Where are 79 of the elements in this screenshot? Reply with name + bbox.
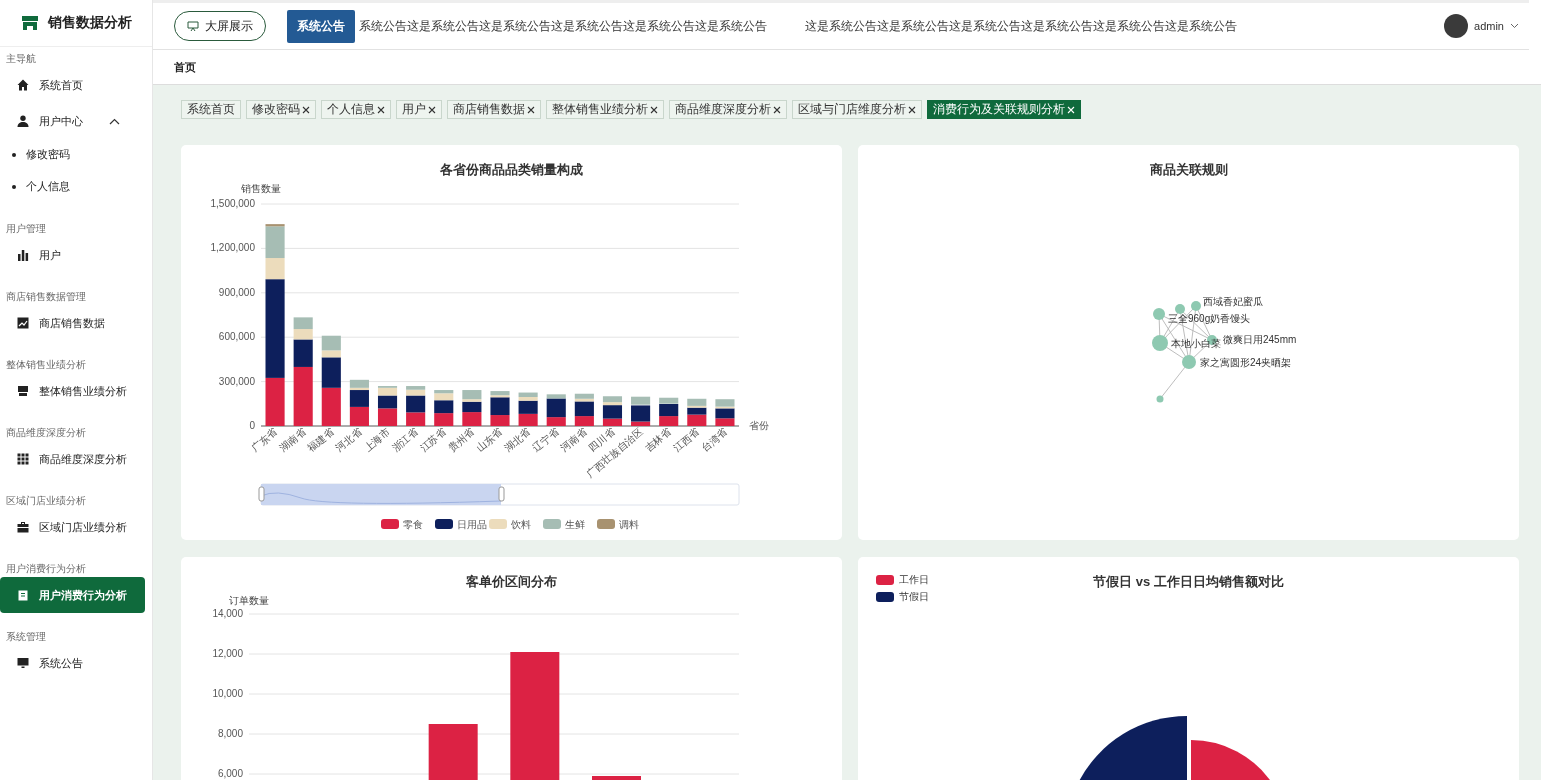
category-label: 福建省 <box>305 426 336 454</box>
nav-subitem[interactable]: 个人信息 <box>0 171 152 203</box>
tab[interactable]: 系统首页 <box>181 100 241 119</box>
category-label: 河北省 <box>333 426 364 454</box>
notice-label: 系统公告 <box>287 9 355 43</box>
chart-title: 商品关联规则 <box>1149 161 1228 179</box>
node-label: 微爽日用245mm <box>1223 334 1297 345</box>
axis-tick-label: 0 <box>249 420 255 431</box>
nav-section-label: 用户消费行为分析 <box>5 562 87 576</box>
tab[interactable]: 修改密码 <box>246 100 316 119</box>
category-label: 贵州省 <box>446 426 477 454</box>
axis-tick-label: 1,200,000 <box>210 242 255 254</box>
tab[interactable]: 区域与门店维度分析 <box>792 100 922 119</box>
category-label: 江西省 <box>671 426 702 454</box>
user-menu[interactable]: admin <box>1444 14 1519 38</box>
axis-title: 销售数量 <box>241 183 281 194</box>
tab[interactable]: 商品维度深度分析 <box>669 100 787 119</box>
nav-item[interactable]: 用户中心 <box>0 103 145 139</box>
category-label: 吉林省 <box>642 426 673 454</box>
nav-section-label: 主导航 <box>5 52 37 66</box>
nav-section-label: 用户管理 <box>5 222 47 236</box>
axis-title: 订单数量 <box>229 595 269 606</box>
tab[interactable]: 商店销售数据 <box>447 100 541 119</box>
axis-tick-label: 600,000 <box>218 331 255 343</box>
nav-item[interactable]: 区域门店业绩分析 <box>0 509 145 545</box>
nav-section-label: 系统管理 <box>5 630 47 644</box>
chart-title: 客单价区间分布 <box>466 573 557 591</box>
category-label: 江苏省 <box>418 426 449 454</box>
category-label: 山东省 <box>474 426 505 454</box>
nav-section-label: 商店销售数据管理 <box>5 290 87 304</box>
category-label: 河南省 <box>558 426 589 454</box>
nav-item[interactable]: 系统公告 <box>0 645 145 681</box>
node-label: 本地小白菜 <box>1171 338 1221 349</box>
axis-tick-label: 900,000 <box>218 286 255 298</box>
nav-item[interactable]: 整体销售业绩分析 <box>0 373 145 409</box>
axis-tick-label: 8,000 <box>217 728 243 739</box>
notice-text: 系统公告这是系统公告这是系统公告这是系统公告这是系统公告这是系统公告 <box>359 18 767 34</box>
nav-subitem[interactable]: 修改密码 <box>0 139 152 171</box>
tab[interactable]: 消费行为及关联规则分析 <box>927 100 1081 119</box>
axis-tick-label: 300,000 <box>218 375 255 387</box>
axis-tick-label: 1,500,000 <box>210 198 255 209</box>
axis-tick-label: 12,000 <box>212 648 243 659</box>
nav-item[interactable]: 系统首页 <box>0 67 145 103</box>
chart-title: 节假日 vs 工作日日均销售额对比 <box>1093 573 1284 591</box>
tab[interactable]: 用户 <box>396 100 442 119</box>
tab[interactable]: 整体销售业绩分析 <box>546 100 664 119</box>
nav-item[interactable]: 用户 <box>0 237 145 273</box>
legend-label[interactable]: 生鲜 <box>565 519 585 530</box>
notice-text: 这是系统公告这是系统公告这是系统公告这是系统公告这是系统公告这是系统公告 <box>805 18 1237 34</box>
legend-label[interactable]: 饮料 <box>511 519 531 530</box>
tab[interactable]: 个人信息 <box>321 100 391 119</box>
legend-label[interactable]: 日用品 <box>457 519 487 530</box>
category-label: 浙江省 <box>389 426 420 454</box>
category-label: 台湾省 <box>699 426 730 454</box>
category-label: 湖北省 <box>502 426 533 454</box>
axis-title: 省份 <box>749 420 769 431</box>
chart-title: 各省份商品品类销量构成 <box>440 161 583 179</box>
axis-tick-label: 14,000 <box>212 608 243 619</box>
nav-item[interactable]: 用户消费行为分析 <box>0 577 145 613</box>
nav-section-label: 区域门店业绩分析 <box>5 494 87 508</box>
category-label: 辽宁省 <box>530 426 561 454</box>
app-title: 销售数据分析 <box>48 14 132 32</box>
legend-label[interactable]: 零食 <box>403 519 423 530</box>
nav-section-label: 整体销售业绩分析 <box>5 358 87 372</box>
node-label: 家之寓圆形24夹晒架 <box>1200 357 1292 368</box>
legend-label[interactable]: 调料 <box>619 519 639 530</box>
axis-tick-label: 10,000 <box>212 688 243 699</box>
category-label: 上海市 <box>361 426 392 454</box>
nav-item[interactable]: 商店销售数据 <box>0 305 145 341</box>
category-label: 湖南省 <box>277 426 308 454</box>
breadcrumb-item[interactable]: 首页 <box>174 59 196 75</box>
nav-section-label: 商品维度深度分析 <box>5 426 87 440</box>
legend-label[interactable]: 工作日 <box>899 573 929 587</box>
big-screen-button[interactable]: 大屏展示 <box>174 11 266 41</box>
legend-label[interactable]: 节假日 <box>899 590 929 604</box>
nav-item[interactable]: 商品维度深度分析 <box>0 441 145 477</box>
node-label: 三全960g奶香馒头 <box>1168 313 1251 324</box>
node-label: 西域香妃蜜瓜 <box>1203 296 1263 307</box>
axis-tick-label: 6,000 <box>217 768 243 779</box>
